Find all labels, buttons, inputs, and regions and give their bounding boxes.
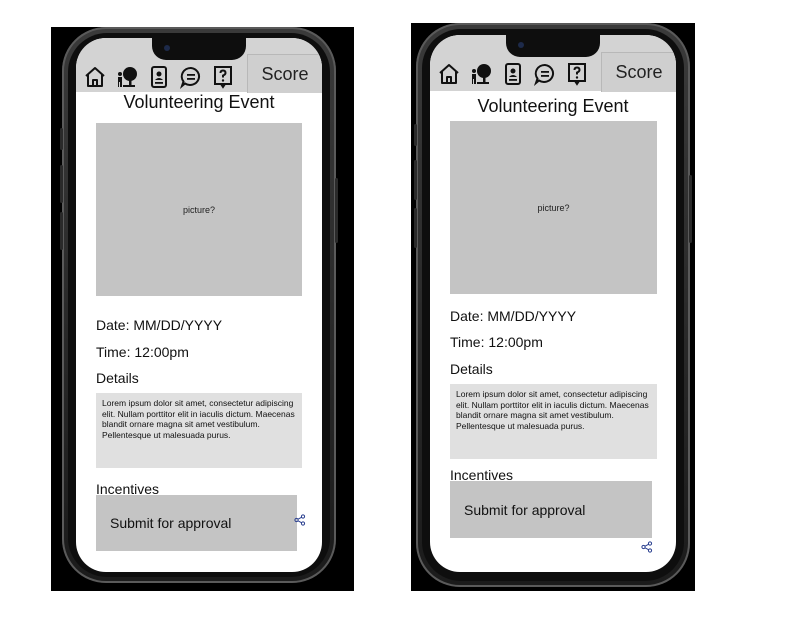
left-volume-down: [60, 212, 63, 250]
home-icon[interactable]: [435, 61, 463, 87]
contact-card-icon[interactable]: [145, 64, 173, 90]
event-picture-placeholder: picture?: [450, 121, 657, 294]
help-icon[interactable]: [209, 64, 237, 90]
event-date: Date: MM/DD/YYYY: [450, 308, 577, 324]
score-tab[interactable]: Score: [247, 54, 322, 93]
right-side-button: [414, 124, 417, 146]
right-screen: Score Volunteering Event picture? Date: …: [430, 35, 676, 572]
right-power-button: [689, 175, 692, 243]
notch: [152, 38, 246, 60]
submit-for-approval-button[interactable]: Submit for approval: [450, 481, 652, 538]
event-picture-placeholder: picture?: [96, 123, 302, 296]
page-title: Volunteering Event: [123, 92, 275, 112]
page-title: Volunteering Event: [477, 96, 629, 116]
details-text: Lorem ipsum dolor sit amet, consectetur …: [96, 393, 302, 468]
left-screen: Score Volunteering Event picture? Date: …: [76, 38, 322, 572]
picture-label: picture?: [182, 204, 216, 215]
share-icon[interactable]: [641, 541, 653, 553]
share-icon[interactable]: [294, 514, 306, 526]
right-volume-down: [414, 208, 417, 248]
left-power-button: [335, 178, 338, 243]
submit-for-approval-button[interactable]: Submit for approval: [96, 495, 297, 551]
person-tree-icon[interactable]: [467, 61, 495, 87]
chat-icon[interactable]: [177, 64, 205, 90]
contact-card-icon[interactable]: [499, 61, 527, 87]
person-tree-icon[interactable]: [113, 64, 141, 90]
left-side-button: [60, 128, 63, 150]
event-time: Time: 12:00pm: [96, 344, 189, 360]
details-heading: Details: [96, 370, 139, 386]
score-tab[interactable]: Score: [601, 52, 676, 92]
event-time: Time: 12:00pm: [450, 334, 543, 350]
left-volume-up: [60, 165, 63, 203]
event-date: Date: MM/DD/YYYY: [96, 317, 223, 333]
help-icon[interactable]: [563, 61, 591, 87]
details-text: Lorem ipsum dolor sit amet, consectetur …: [450, 384, 657, 459]
right-volume-up: [414, 160, 417, 200]
chat-icon[interactable]: [531, 61, 559, 87]
notch: [506, 35, 600, 57]
details-heading: Details: [450, 361, 493, 377]
picture-label: picture?: [537, 202, 570, 213]
home-icon[interactable]: [81, 64, 109, 90]
